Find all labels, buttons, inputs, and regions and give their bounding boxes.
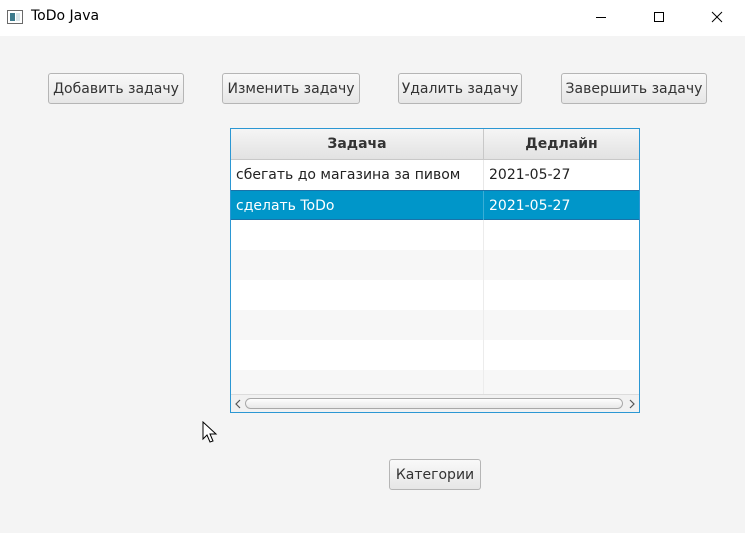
empty-row[interactable] bbox=[231, 280, 639, 310]
task-cell: сделать ToDo bbox=[231, 191, 484, 221]
window-title: ToDo Java bbox=[31, 8, 100, 24]
deadline-cell: 2021-05-27 bbox=[489, 198, 571, 214]
empty-cell bbox=[231, 250, 484, 280]
title-bar[interactable]: ToDo Java bbox=[0, 0, 745, 36]
minimize-button[interactable] bbox=[572, 0, 630, 34]
maximize-icon bbox=[654, 12, 664, 22]
minimize-icon bbox=[596, 17, 606, 18]
app-window: ToDo Java Добавить задачу Изменить задач… bbox=[0, 0, 745, 533]
empty-cell bbox=[231, 220, 484, 250]
edit-task-button[interactable]: Изменить задачу bbox=[222, 73, 360, 104]
empty-row[interactable] bbox=[231, 220, 639, 250]
empty-row[interactable] bbox=[231, 340, 639, 370]
scrollbar-thumb[interactable] bbox=[245, 398, 623, 409]
horizontal-scrollbar[interactable] bbox=[231, 394, 639, 412]
table-header: Задача Дедлайн bbox=[231, 129, 639, 160]
close-button[interactable] bbox=[688, 0, 745, 34]
complete-task-button[interactable]: Завершить задачу bbox=[561, 73, 707, 104]
close-icon bbox=[711, 11, 723, 23]
table-row-selected[interactable]: сделать ToDo 2021-05-27 bbox=[231, 190, 639, 221]
deadline-cell: 2021-05-27 bbox=[489, 167, 571, 183]
chevron-left-icon[interactable] bbox=[233, 398, 243, 410]
delete-task-button[interactable]: Удалить задачу bbox=[398, 73, 522, 104]
column-header-task[interactable]: Задача bbox=[231, 129, 484, 159]
empty-cell bbox=[231, 340, 484, 370]
app-icon bbox=[7, 10, 23, 24]
empty-row[interactable] bbox=[231, 310, 639, 340]
main-content: Добавить задачу Изменить задачу Удалить … bbox=[0, 36, 745, 533]
task-cell: сбегать до магазина за пивом bbox=[231, 160, 484, 190]
maximize-button[interactable] bbox=[630, 0, 688, 34]
table-row[interactable]: сбегать до магазина за пивом 2021-05-27 bbox=[231, 160, 639, 190]
categories-button[interactable]: Категории bbox=[389, 459, 481, 490]
empty-cell bbox=[231, 310, 484, 340]
empty-cell bbox=[231, 280, 484, 310]
chevron-right-icon[interactable] bbox=[627, 398, 637, 410]
mouse-cursor-icon bbox=[202, 421, 218, 443]
add-task-button[interactable]: Добавить задачу bbox=[48, 73, 184, 104]
tasks-table[interactable]: Задача Дедлайн сбегать до магазина за пи… bbox=[230, 128, 640, 413]
column-header-deadline[interactable]: Дедлайн bbox=[484, 129, 639, 159]
empty-row[interactable] bbox=[231, 250, 639, 280]
